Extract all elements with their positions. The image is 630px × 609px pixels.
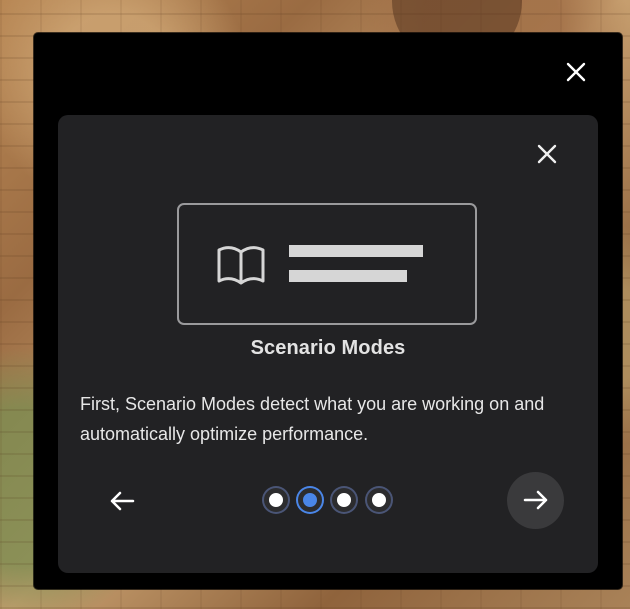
dialog-title: Scenario Modes bbox=[250, 337, 406, 359]
pagination-dots bbox=[264, 488, 392, 512]
outer-close-icon[interactable] bbox=[564, 60, 588, 84]
book-icon bbox=[217, 246, 265, 285]
illustration-text-line bbox=[289, 270, 407, 282]
arrow-right-icon bbox=[523, 490, 548, 510]
illustration-text-line bbox=[289, 245, 423, 257]
card-close-icon[interactable] bbox=[535, 142, 559, 166]
page-dot-3[interactable] bbox=[332, 488, 356, 512]
page-dot-2-active[interactable] bbox=[298, 488, 322, 512]
page-dot-4[interactable] bbox=[367, 488, 391, 512]
next-button[interactable] bbox=[507, 472, 564, 529]
page-dot-1[interactable] bbox=[264, 488, 288, 512]
back-arrow-icon[interactable] bbox=[107, 487, 137, 515]
dialog-description: First, Scenario Modes detect what you ar… bbox=[80, 394, 545, 444]
